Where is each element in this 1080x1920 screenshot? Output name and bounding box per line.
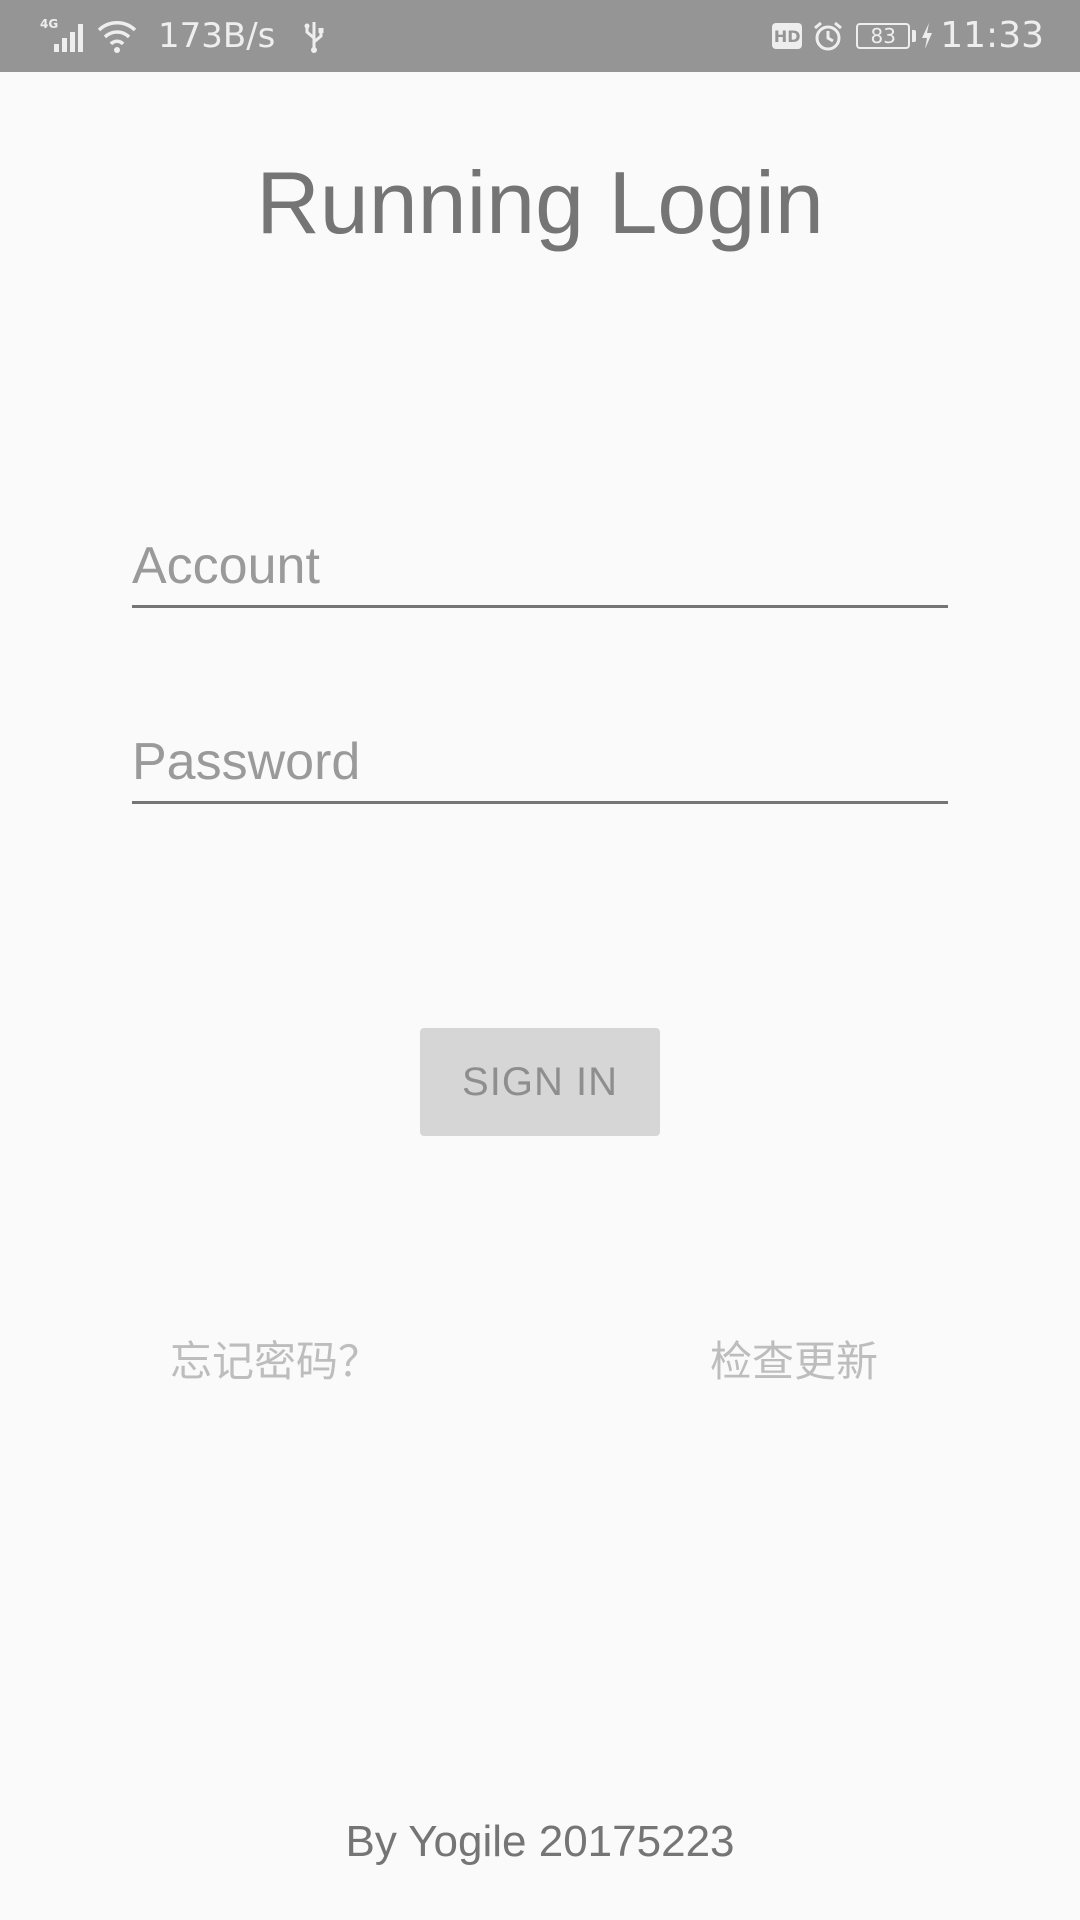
password-field[interactable] (132, 724, 948, 804)
status-bar-left: 4G 173B/s (40, 14, 325, 58)
page-title: Running Login (256, 153, 824, 252)
svg-text:4G: 4G (40, 17, 58, 31)
usb-icon (303, 18, 325, 54)
signal-icon: 4G (40, 16, 90, 56)
hd-icon: HD (772, 23, 803, 49)
account-field[interactable] (132, 528, 948, 608)
forgot-password-link[interactable]: 忘记密码？ (170, 1332, 380, 1392)
battery-level: 83 (870, 24, 896, 48)
footer-credit: By Yogile 20175223 (345, 1817, 735, 1866)
net-speed: 173B/s (158, 16, 276, 56)
battery-icon: 83 (856, 23, 911, 49)
wifi-icon (96, 18, 138, 54)
check-update-link[interactable]: 检查更新 (710, 1332, 878, 1392)
charging-icon (920, 22, 934, 50)
battery-cap (912, 30, 917, 42)
account-input[interactable] (132, 528, 948, 604)
clock: 11:33 (940, 15, 1044, 56)
alarm-icon (812, 20, 844, 52)
status-bar-right: HD 83 11:33 (772, 14, 1044, 58)
status-bar: 4G 173B/s HD 83 11:33 (0, 0, 1080, 72)
password-input[interactable] (132, 724, 948, 800)
sign-in-button[interactable]: SIGN IN (420, 1028, 660, 1136)
